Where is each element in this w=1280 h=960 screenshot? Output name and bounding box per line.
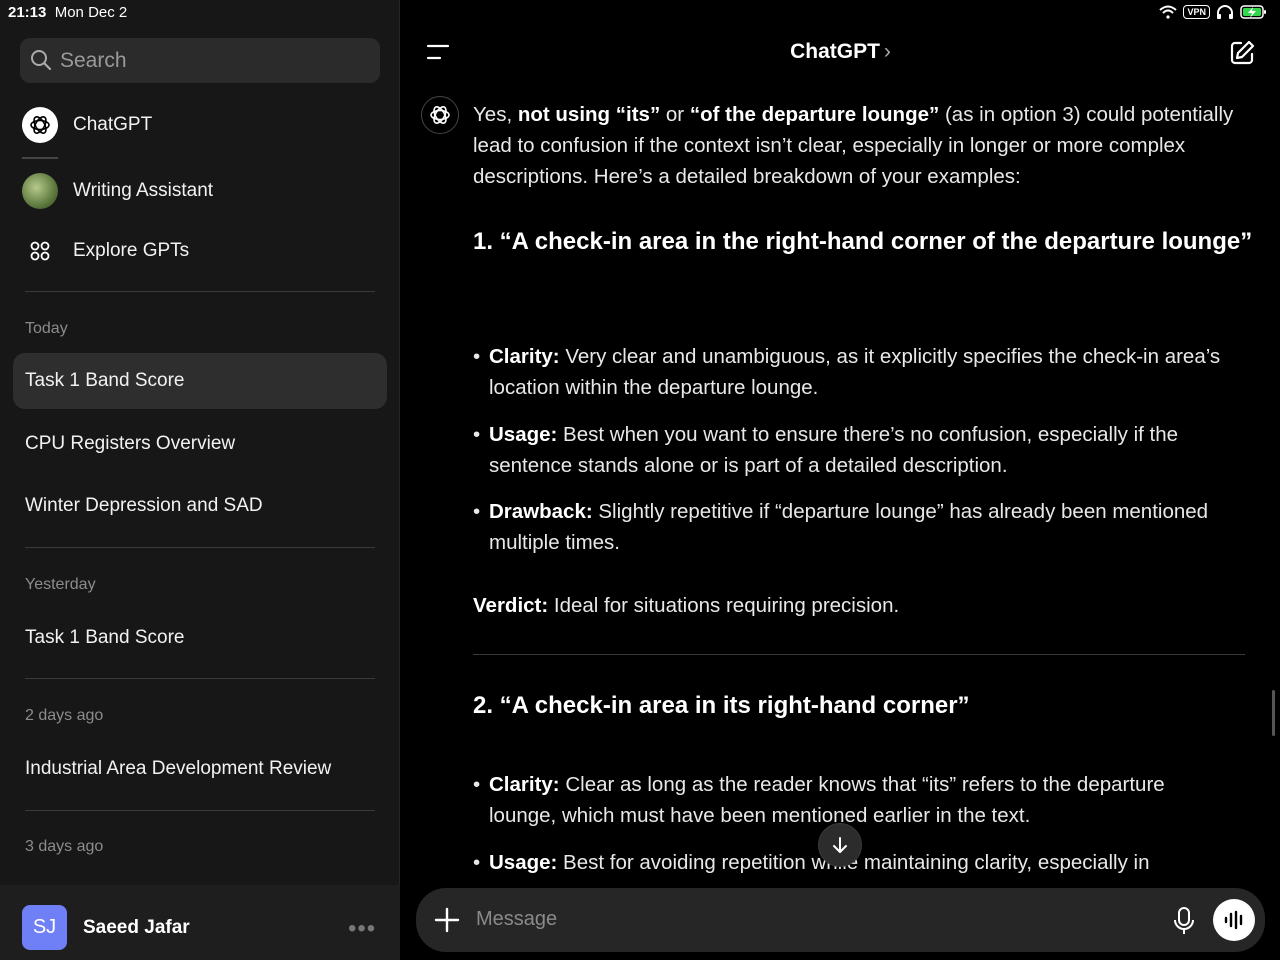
divider [25, 291, 375, 292]
search-icon [31, 50, 52, 71]
text: Yes, [473, 103, 518, 126]
nav-label-writing-assistant: Writing Assistant [73, 180, 214, 201]
microphone-icon[interactable] [1170, 906, 1198, 936]
divider [25, 678, 375, 679]
nav-explore-gpts[interactable]: Explore GPTs [22, 233, 189, 269]
bold-text: “of the departure lounge” [689, 103, 940, 126]
bullet-label: Usage: [489, 851, 558, 874]
divider [25, 810, 375, 811]
bullet-text: Clear as long as the reader knows that “… [489, 773, 1165, 827]
bullet-text: Slightly repetitive if “departure lounge… [489, 500, 1209, 554]
avatar: SJ [22, 905, 67, 950]
verdict-label: Verdict: [473, 594, 549, 617]
sidebar: Search ChatGPT Writing Assistant Explore… [0, 0, 400, 960]
bullet-label: Clarity: [489, 773, 560, 796]
nav-writing-assistant[interactable]: Writing Assistant [22, 173, 213, 209]
search-placeholder: Search [60, 49, 127, 72]
section-label-today: Today [25, 320, 68, 337]
message-input[interactable]: Message [476, 908, 557, 931]
battery-charging-icon [1240, 5, 1266, 19]
divider [22, 157, 58, 159]
grid-icon [22, 233, 58, 269]
message-composer[interactable]: Message [416, 888, 1265, 952]
verdict: Verdict: Ideal for situations requiring … [473, 590, 1253, 621]
scrollbar[interactable] [1272, 690, 1275, 736]
user-name: Saeed Jafar [83, 917, 190, 938]
chat-item[interactable]: Task 1 Band Score [25, 627, 184, 649]
assistant-message-intro: Yes, not using “its” or “of the departur… [473, 99, 1253, 192]
status-date: Mon Dec 2 [54, 4, 128, 21]
new-chat-icon[interactable] [1228, 39, 1256, 67]
nav-chatgpt[interactable]: ChatGPT [22, 107, 152, 143]
section-label-3-days-ago: 3 days ago [25, 838, 104, 855]
chat-item[interactable]: Task 1 Band Score [25, 370, 184, 392]
bullet-item: Clarity: Clear as long as the reader kno… [473, 769, 1233, 831]
search-input[interactable]: Search [20, 38, 380, 83]
verdict-text: Ideal for situations requiring precision… [548, 594, 900, 617]
page-title: ChatGPT [790, 40, 880, 63]
status-time: 21:13 [8, 4, 47, 21]
openai-logo-icon [430, 106, 450, 124]
model-selector[interactable]: ChatGPT › [401, 40, 1280, 64]
chat-item[interactable]: Winter Depression and SAD [25, 495, 263, 517]
writing-assistant-avatar [22, 173, 58, 209]
status-icons: VPN [1159, 4, 1268, 20]
bold-text: not using “its” [517, 103, 661, 126]
wifi-icon [1159, 5, 1178, 19]
openai-logo-icon [22, 107, 58, 143]
divider [473, 654, 1245, 655]
option-2-heading: 2. “A check-in area in its right-hand co… [473, 692, 970, 719]
chevron-right-icon: › [883, 40, 891, 63]
bullet-label: Clarity: [489, 345, 560, 368]
bullet-item: Drawback: Slightly repetitive if “depart… [473, 496, 1233, 558]
headphones-icon [1217, 5, 1233, 19]
user-profile-row[interactable]: SJ Saeed Jafar ••• [0, 885, 400, 960]
bullet-item: Usage: Best when you want to ensure ther… [473, 419, 1233, 481]
bullet-text: Very clear and unambiguous, as it explic… [489, 345, 1221, 399]
divider [25, 547, 375, 548]
waveform-icon [1224, 910, 1243, 930]
chat-item[interactable]: CPU Registers Overview [25, 433, 235, 455]
plus-icon[interactable] [432, 905, 462, 935]
chat-main: ChatGPT › Yes, not using “its” or “of the… [401, 0, 1280, 960]
scroll-to-bottom-button[interactable] [818, 823, 862, 867]
bullet-text: Best when you want to ensure there’s no … [489, 423, 1179, 477]
bullet-item: Clarity: Very clear and unambiguous, as … [473, 341, 1233, 403]
nav-label-chatgpt: ChatGPT [73, 114, 153, 135]
top-bar: ChatGPT › [401, 26, 1280, 80]
more-options-icon[interactable]: ••• [348, 915, 376, 943]
chat-item[interactable]: Industrial Area Development Review [25, 758, 331, 780]
text: or [660, 103, 690, 126]
section-label-yesterday: Yesterday [25, 576, 96, 593]
bullet-label: Usage: [489, 423, 558, 446]
option-1-heading: 1. “A check-in area in the right-hand co… [473, 228, 1253, 255]
status-bar: 21:13 Mon Dec 2 VPN [0, 0, 1280, 26]
assistant-avatar [421, 96, 459, 134]
vpn-badge: VPN [1183, 5, 1210, 19]
section-label-2-days-ago: 2 days ago [25, 707, 104, 724]
bullet-label: Drawback: [489, 500, 593, 523]
voice-mode-button[interactable] [1213, 899, 1255, 941]
arrow-down-icon [833, 837, 847, 853]
status-clock: 21:13 Mon Dec 2 [8, 4, 127, 21]
nav-label-explore-gpts: Explore GPTs [73, 240, 190, 261]
